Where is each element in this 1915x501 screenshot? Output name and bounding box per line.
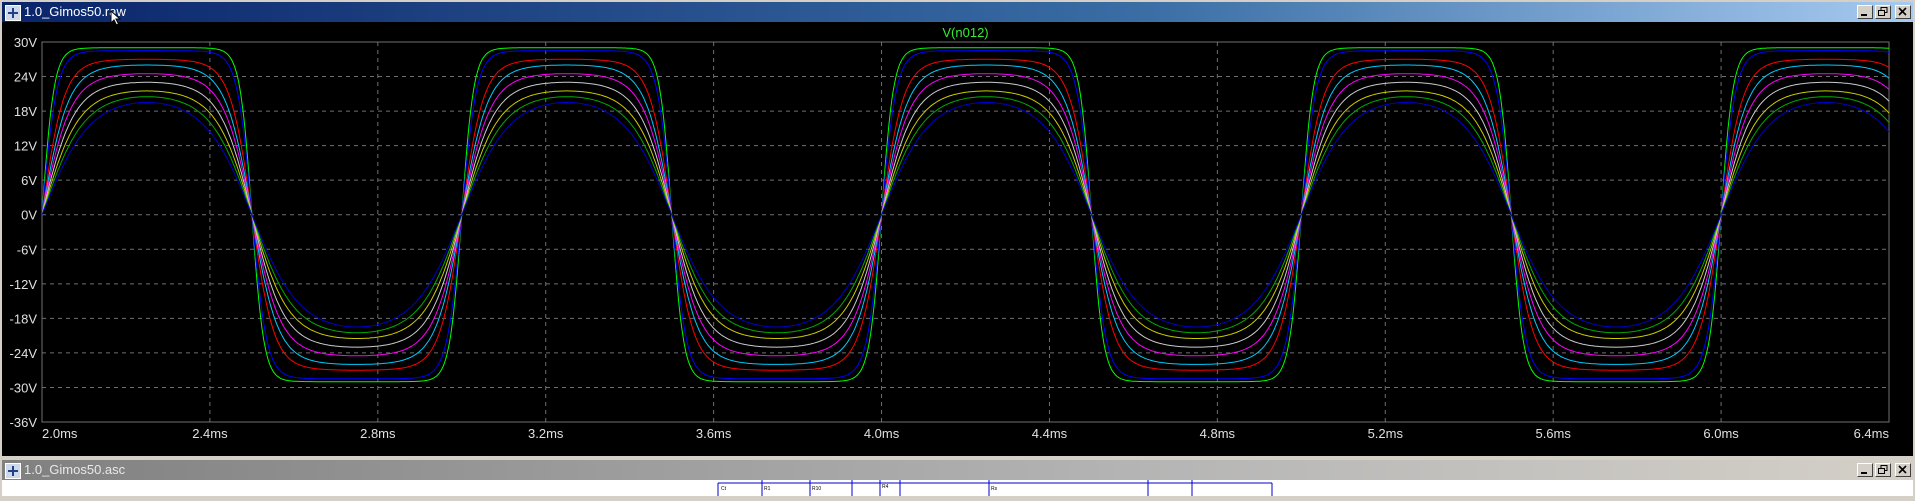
- waveform-chart[interactable]: 2.0ms 2.4ms 2.8ms 3.2ms 3.6ms 4.0ms 4.4ms 4.8ms…: [2, 22, 1913, 456]
- schematic-label: R10: [812, 486, 821, 492]
- x-tick-label: 2.8ms: [360, 426, 396, 441]
- waveform-window: 1.0_Gimos50.raw 2.0ms 2.4ms 2.8ms 3.2ms 3.6m…: [0, 0, 1915, 458]
- x-tick-label: 2.4ms: [192, 426, 228, 441]
- y-tick-label: 30V: [14, 35, 37, 50]
- waveform-plot-area[interactable]: 2.0ms 2.4ms 2.8ms 3.2ms 3.6ms 4.0ms 4.4ms 4.8ms…: [2, 22, 1913, 456]
- x-tick-label: 2.0ms: [42, 426, 78, 441]
- y-tick-label: -18V: [10, 311, 38, 326]
- restore-icon: [1878, 7, 1888, 16]
- close-icon: [1898, 7, 1907, 16]
- y-tick-label: 0V: [21, 208, 37, 223]
- mouse-cursor-icon: [110, 10, 122, 26]
- x-tick-label: 6.4ms: [1854, 426, 1890, 441]
- close-button[interactable]: [1895, 5, 1911, 19]
- schematic-drawing[interactable]: Ct R1 R10 R4 Rs: [2, 480, 1913, 496]
- x-tick-label: 3.2ms: [528, 426, 564, 441]
- minimize-icon: [1861, 14, 1867, 16]
- schematic-label: Ct: [721, 486, 727, 492]
- x-tick-label: 4.4ms: [1032, 426, 1068, 441]
- minimize-icon: [1861, 472, 1867, 474]
- x-tick-label: 6.0ms: [1703, 426, 1739, 441]
- y-tick-label: -12V: [10, 277, 38, 292]
- trace-label: V(n012): [942, 25, 988, 40]
- schematic-minimize-button[interactable]: [1857, 463, 1873, 477]
- schematic-canvas[interactable]: Ct R1 R10 R4 Rs: [2, 480, 1913, 496]
- restore-button[interactable]: [1875, 5, 1891, 19]
- schematic-titlebar[interactable]: 1.0_Gimos50.asc: [2, 460, 1913, 480]
- x-tick-label: 3.6ms: [696, 426, 732, 441]
- waveform-app-icon[interactable]: [5, 5, 21, 21]
- schematic-restore-button[interactable]: [1875, 463, 1891, 477]
- schematic-app-icon[interactable]: [5, 463, 21, 479]
- y-tick-label: -6V: [17, 242, 38, 257]
- restore-icon: [1878, 465, 1888, 474]
- schematic-label: R1: [764, 486, 771, 492]
- schematic-close-button[interactable]: [1895, 463, 1911, 477]
- x-tick-label: 4.8ms: [1200, 426, 1236, 441]
- y-tick-label: -36V: [10, 415, 38, 430]
- close-icon: [1898, 465, 1907, 474]
- y-tick-label: 12V: [14, 139, 37, 154]
- waveform-titlebar[interactable]: 1.0_Gimos50.raw: [2, 2, 1913, 22]
- x-tick-label: 5.2ms: [1368, 426, 1404, 441]
- y-tick-label: 6V: [21, 173, 37, 188]
- schematic-label: R4: [882, 484, 889, 490]
- schematic-window: 1.0_Gimos50.asc Ct R1 R10 R4 Rs: [0, 458, 1915, 496]
- y-tick-label: 18V: [14, 104, 37, 119]
- x-tick-label: 4.0ms: [864, 426, 900, 441]
- schematic-window-title: 1.0_Gimos50.asc: [24, 462, 126, 477]
- y-tick-label: -30V: [10, 380, 38, 395]
- schematic-label: Rs: [991, 486, 998, 492]
- x-tick-label: 5.6ms: [1535, 426, 1571, 441]
- y-tick-label: 24V: [14, 70, 37, 85]
- minimize-button[interactable]: [1857, 5, 1873, 19]
- y-tick-label: -24V: [10, 346, 38, 361]
